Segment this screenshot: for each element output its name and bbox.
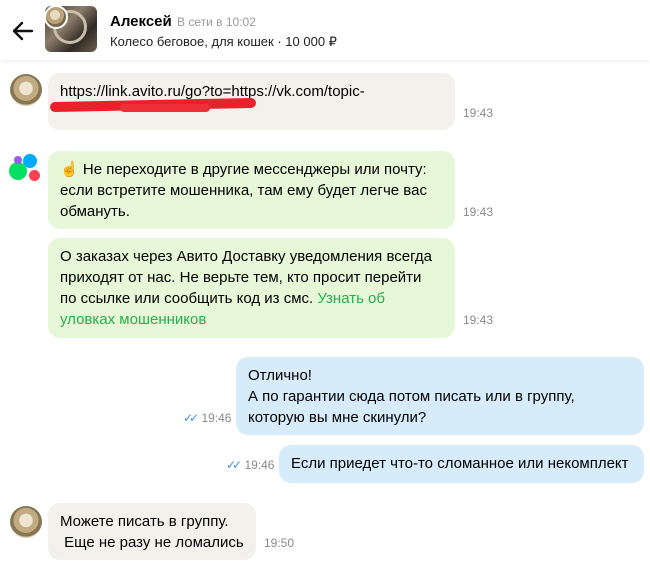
contact-avatar (44, 5, 68, 29)
message-bubble: Можете писать в группу. Еще не разу не л… (48, 503, 256, 560)
outgoing-message: Отлично! А по гарантии сюда потом писать… (236, 357, 644, 435)
message-time: ✓✓ 19:46 (226, 458, 275, 472)
item-title: Колесо беговое, для кошек (110, 34, 274, 49)
double-check-icon: ✓✓ (226, 458, 242, 472)
sender-avatar[interactable] (10, 506, 42, 538)
message-text-line: Еще не разу не ломались (60, 534, 244, 551)
message-text: Если приедет что-то сломанное или некомп… (291, 455, 629, 472)
chat-header: Алексей В сети в 10:02 Колесо беговое, д… (0, 0, 650, 60)
message-text: Не переходите в другие мессенджеры или п… (60, 161, 427, 220)
system-message: О заказах через Авито Доставку уведомлен… (48, 238, 455, 338)
contact-name[interactable]: Алексей (110, 13, 172, 30)
message-time: 19:43 (463, 313, 494, 327)
redaction-mark (120, 104, 210, 112)
sender-avatar[interactable] (10, 74, 42, 106)
message-time: 19:50 (264, 536, 295, 550)
message-text-line: Отлично! (248, 367, 312, 384)
system-message: ☝ Не переходите в другие мессенджеры или… (48, 151, 455, 229)
item-separator: · (273, 34, 286, 49)
pointing-up-icon: ☝ (60, 161, 79, 178)
message-time: ✓✓ 19:46 (183, 411, 232, 425)
message-time: 19:43 (463, 106, 494, 120)
outgoing-message: Если приедет что-то сломанное или некомп… (279, 445, 644, 483)
online-status: В сети в 10:02 (177, 15, 256, 29)
back-arrow-icon[interactable] (10, 18, 36, 44)
message-text-line: Можете писать в группу. (60, 513, 229, 530)
message-text-line: А по гарантии сюда потом писать или в гр… (248, 388, 575, 426)
item-info[interactable]: Колесо беговое, для кошек · 10 000 ₽ (110, 34, 337, 50)
avito-logo-icon (9, 152, 43, 186)
double-check-icon: ✓✓ (183, 411, 199, 425)
item-price: 10 000 ₽ (285, 34, 337, 49)
message-time: 19:43 (463, 205, 494, 219)
